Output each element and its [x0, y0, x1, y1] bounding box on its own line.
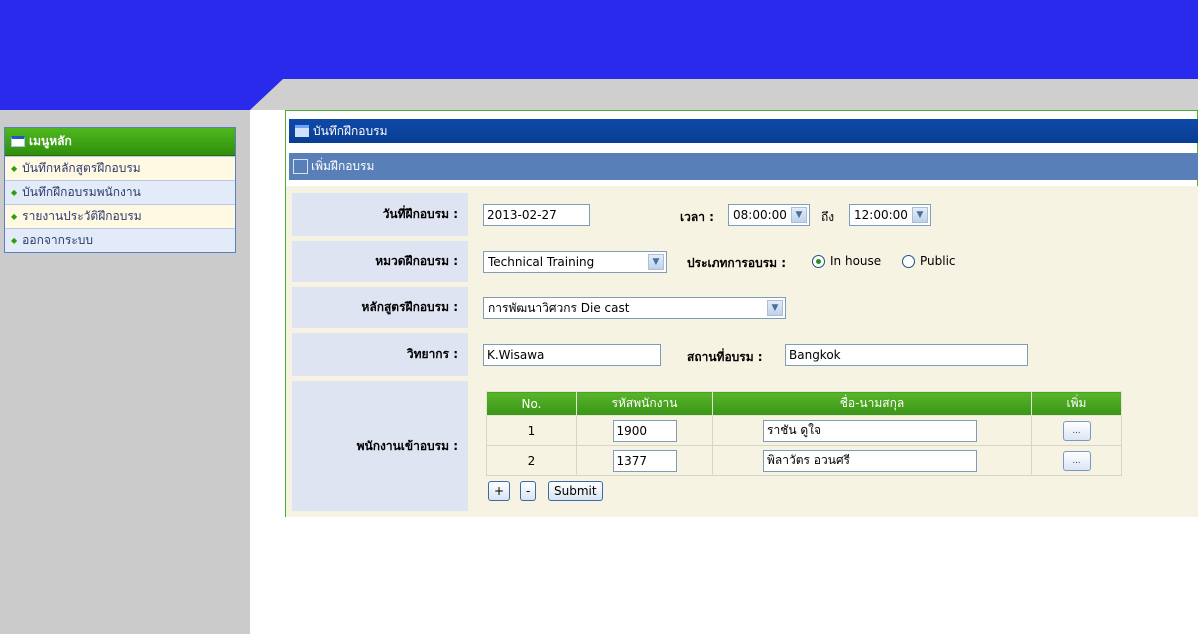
header-tab-strip [250, 79, 1198, 110]
course-select[interactable]: การพัฒนาวิศวกร Die cast ▼ [483, 297, 786, 319]
radio-selected-icon [812, 254, 825, 268]
panel-title-bar: บันทึกฝึกอบรม [289, 119, 1198, 143]
table-row: 2 ... [486, 445, 1122, 476]
remove-row-button[interactable]: - [520, 481, 537, 501]
employee-name-input[interactable] [763, 419, 977, 442]
category-value: Technical Training [488, 255, 595, 269]
trainer-field-cell: สถานที่อบรม : [472, 333, 1198, 376]
trainer-input[interactable] [483, 344, 661, 366]
chevron-down-icon: ▼ [767, 300, 783, 316]
employee-name-cell [712, 415, 1032, 446]
employees-label: พนักงานเข้าอบรม : [292, 381, 468, 511]
arrow-bullet-icon: ◆ [11, 188, 18, 197]
panel-title: บันทึกฝึกอบรม [313, 123, 388, 138]
employees-field-cell: No. รหัสพนักงาน ชื่อ-นามสกุล เพิ่ม 1 190… [472, 381, 1198, 511]
menu-item-training-report[interactable]: ◆ รายงานประวัติฝึกอบรม [5, 204, 235, 228]
form-row-date: วันที่ฝึกอบรม : เวลา : 08:00:00 ▼ ถึง 12… [292, 193, 1198, 236]
category-select[interactable]: Technical Training ▼ [483, 251, 667, 273]
arrow-bullet-icon: ◆ [11, 212, 18, 221]
column-header-name: ชื่อ-นามสกุล [712, 391, 1032, 416]
window-icon [11, 136, 25, 147]
menu-item-label: ออกจากระบบ [22, 233, 93, 247]
type-option-label: In house [830, 254, 882, 268]
category-field-cell: Technical Training ▼ ประเภทการอบรม : In … [472, 241, 1198, 282]
category-label: หมวดฝึกอบรม : [292, 241, 468, 282]
time-to-value: 12:00:00 [854, 208, 908, 222]
employee-code-input[interactable] [612, 449, 677, 472]
form-row-category: หมวดฝึกอบรม : Technical Training ▼ ประเภ… [292, 241, 1198, 282]
employee-code-input[interactable] [612, 419, 677, 442]
training-form: วันที่ฝึกอบรม : เวลา : 08:00:00 ▼ ถึง 12… [286, 186, 1198, 517]
form-row-course: หลักสูตรฝึกอบรม : การพัฒนาวิศวกร Die cas… [292, 287, 1198, 328]
form-row-employees: พนักงานเข้าอบรม : No. รหัสพนักงาน ชื่อ-น… [292, 381, 1198, 511]
menu-item-label: บันทึกฝึกอบรมพนักงาน [22, 185, 141, 199]
employee-lookup-cell: ... [1031, 415, 1122, 446]
main-menu: เมนูหลัก ◆ บันทึกหลักสูตรฝึกอบรม ◆ บันทึ… [4, 127, 236, 253]
employee-code-cell [576, 415, 713, 446]
radio-unselected-icon [902, 254, 915, 268]
trainer-label: วิทยากร : [292, 333, 468, 376]
time-to-select[interactable]: 12:00:00 ▼ [849, 204, 931, 226]
time-to-label: ถึง [821, 210, 835, 224]
panel-subtitle-bar: เพิ่มฝึกอบรม [289, 153, 1198, 180]
add-row-button[interactable]: + [488, 481, 511, 501]
date-input[interactable] [483, 204, 590, 226]
course-value: การพัฒนาวิศวกร Die cast [488, 300, 630, 315]
row-number: 2 [486, 445, 577, 476]
menu-items: ◆ บันทึกหลักสูตรฝึกอบรม ◆ บันทึกฝึกอบรมพ… [5, 156, 235, 252]
chevron-down-icon: ▼ [912, 207, 928, 223]
sidebar: เมนูหลัก ◆ บันทึกหลักสูตรฝึกอบรม ◆ บันทึ… [0, 110, 250, 634]
employee-code-cell [576, 445, 713, 476]
add-form-icon [293, 159, 308, 174]
chevron-down-icon: ▼ [791, 207, 807, 223]
employee-name-input[interactable] [763, 449, 977, 472]
column-header-code: รหัสพนักงาน [576, 391, 713, 416]
menu-item-label: บันทึกหลักสูตรฝึกอบรม [22, 161, 141, 175]
submit-button[interactable]: Submit [548, 481, 603, 501]
column-header-no: No. [486, 391, 577, 416]
time-label: เวลา : [680, 210, 714, 224]
employee-lookup-button[interactable]: ... [1062, 450, 1091, 471]
type-label: ประเภทการอบรม : [687, 256, 787, 270]
date-label: วันที่ฝึกอบรม : [292, 193, 468, 236]
table-header-row: No. รหัสพนักงาน ชื่อ-นามสกุล เพิ่ม [486, 391, 1122, 416]
employee-table: No. รหัสพนักงาน ชื่อ-นามสกุล เพิ่ม 1 190… [486, 391, 1122, 476]
location-input[interactable] [785, 344, 1028, 366]
course-field-cell: การพัฒนาวิศวกร Die cast ▼ [472, 287, 1198, 328]
menu-item-course-record[interactable]: ◆ บันทึกหลักสูตรฝึกอบรม [5, 156, 235, 180]
chevron-down-icon: ▼ [648, 254, 664, 270]
employee-lookup-button[interactable]: ... [1062, 420, 1091, 441]
panel-subtitle: เพิ่มฝึกอบรม [311, 159, 375, 173]
menu-item-employee-training[interactable]: ◆ บันทึกฝึกอบรมพนักงาน [5, 180, 235, 204]
type-radio-inhouse[interactable]: In house [812, 254, 881, 268]
menu-item-logout[interactable]: ◆ ออกจากระบบ [5, 228, 235, 252]
row-number: 1 [486, 415, 577, 446]
column-header-add: เพิ่ม [1031, 391, 1122, 416]
arrow-bullet-icon: ◆ [11, 236, 18, 245]
form-row-trainer: วิทยากร : สถานที่อบรม : [292, 333, 1198, 376]
employee-name-cell [712, 445, 1032, 476]
arrow-bullet-icon: ◆ [11, 164, 18, 173]
time-from-select[interactable]: 08:00:00 ▼ [728, 204, 810, 226]
table-row: 1 ... [486, 415, 1122, 446]
main-menu-header: เมนูหลัก [5, 128, 235, 156]
main-menu-title: เมนูหลัก [29, 134, 72, 148]
training-panel: บันทึกฝึกอบรม เพิ่มฝึกอบรม วันที่ฝึกอบรม… [285, 110, 1198, 517]
date-field-cell: เวลา : 08:00:00 ▼ ถึง 12:00:00 ▼ [472, 193, 1198, 236]
type-radio-public[interactable]: Public [902, 254, 956, 268]
menu-item-label: รายงานประวัติฝึกอบรม [22, 209, 142, 223]
employee-lookup-cell: ... [1031, 445, 1122, 476]
record-icon [295, 125, 309, 137]
course-label: หลักสูตรฝึกอบรม : [292, 287, 468, 328]
location-label: สถานที่อบรม : [687, 350, 763, 364]
time-from-value: 08:00:00 [733, 208, 787, 222]
type-option-label: Public [920, 254, 956, 268]
